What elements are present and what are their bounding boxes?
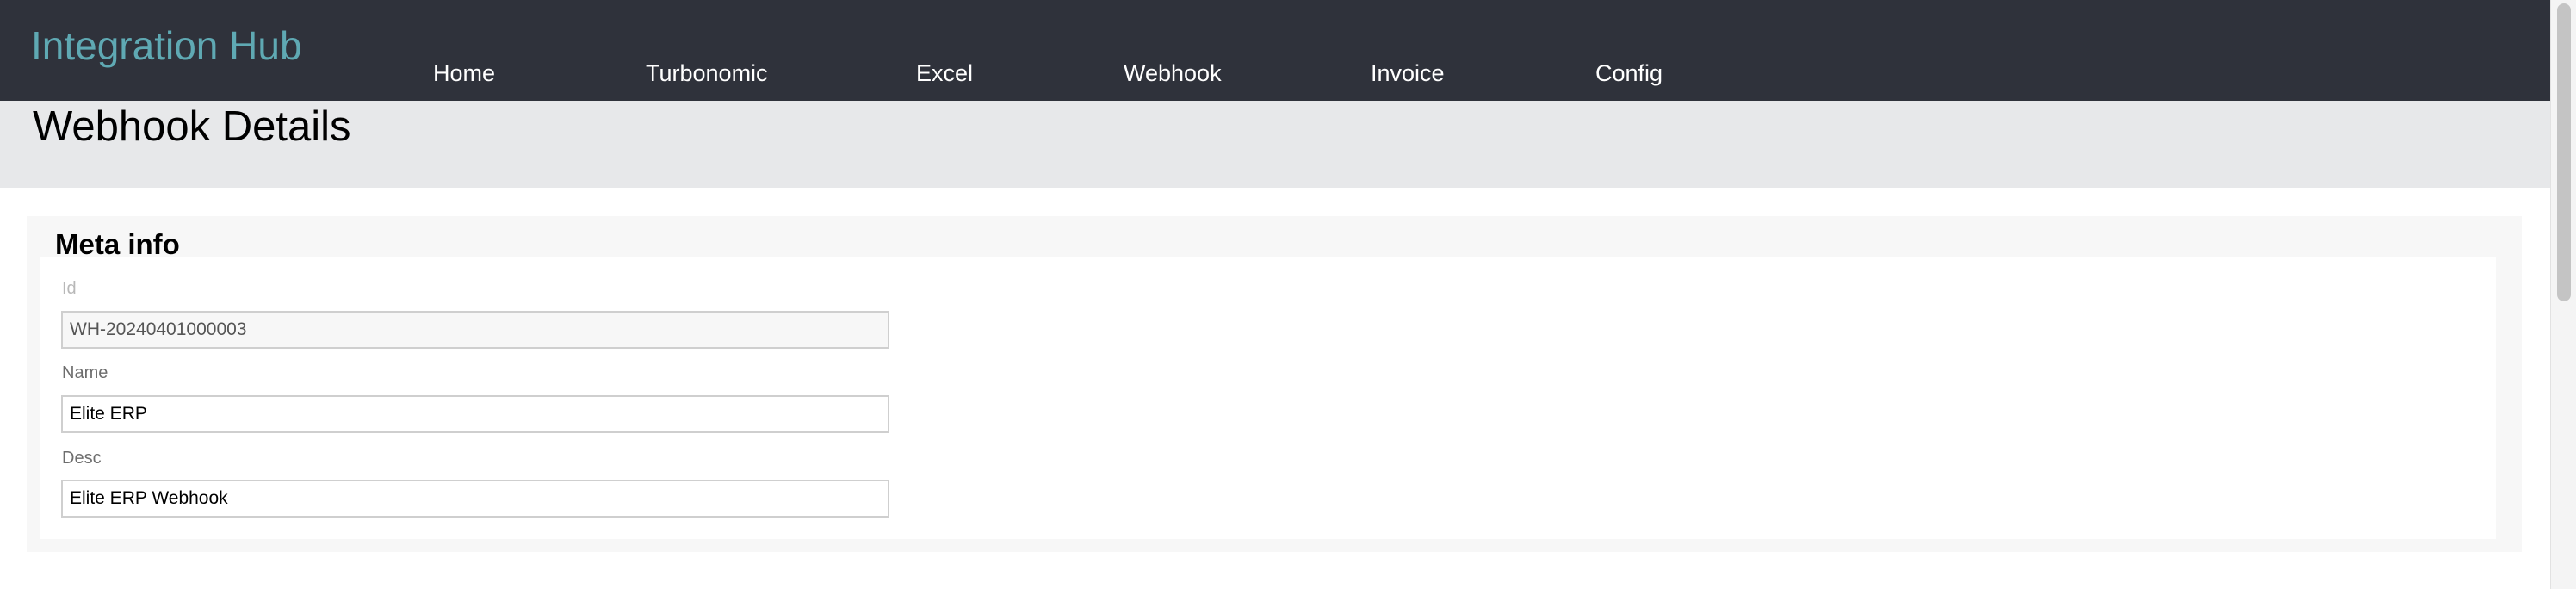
vertical-scrollbar[interactable] xyxy=(2550,0,2576,589)
app-brand[interactable]: Integration Hub xyxy=(31,26,302,65)
page-title: Webhook Details xyxy=(33,103,351,150)
nav-item-webhook[interactable]: Webhook xyxy=(1124,59,1222,87)
id-field xyxy=(61,311,889,349)
top-navbar: Integration Hub Home Turbonomic Excel We… xyxy=(0,0,2550,101)
scrollbar-thumb[interactable] xyxy=(2557,3,2571,301)
name-field-label: Name xyxy=(62,363,108,382)
nav-item-turbonomic[interactable]: Turbonomic xyxy=(646,59,768,87)
desc-field[interactable] xyxy=(61,480,889,518)
nav-item-home[interactable]: Home xyxy=(433,59,495,87)
name-field[interactable] xyxy=(61,395,889,433)
nav-item-excel[interactable]: Excel xyxy=(916,59,973,87)
page-header-band xyxy=(0,101,2550,188)
id-field-label: Id xyxy=(62,279,77,298)
nav-item-invoice[interactable]: Invoice xyxy=(1371,59,1445,87)
desc-field-label: Desc xyxy=(62,449,102,468)
nav-item-config[interactable]: Config xyxy=(1595,59,1663,87)
